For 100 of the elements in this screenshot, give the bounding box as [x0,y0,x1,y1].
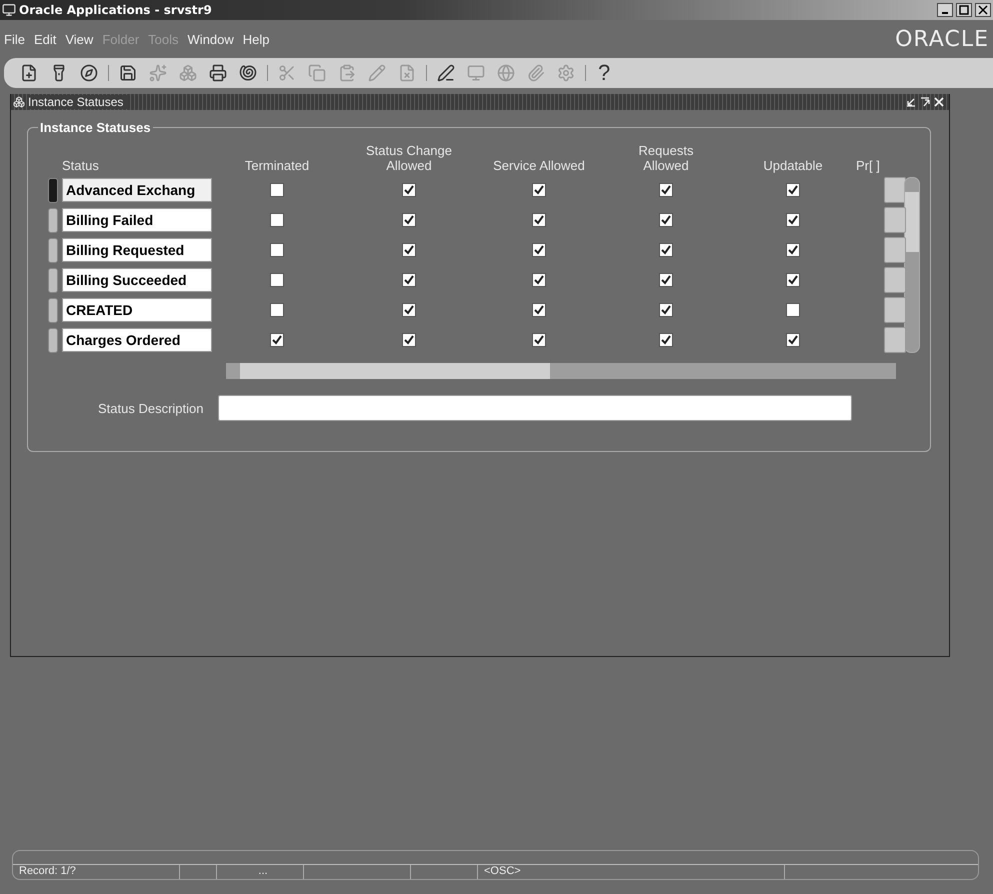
boxes-icon [179,64,197,82]
checkmark-icon [534,185,544,195]
checkmark-icon [404,185,414,195]
checkbox[interactable] [402,303,416,317]
checkbox[interactable] [532,213,546,227]
checkbox[interactable] [659,213,673,227]
status-field[interactable]: Billing Requested [62,238,212,262]
minimize-icon [942,12,948,14]
close-button[interactable] [975,3,991,17]
close-icon [978,5,988,15]
menu-item[interactable]: Window [188,32,234,46]
field-label: Status Description [98,400,204,416]
sparkle-icon [149,64,167,82]
pencil-icon [368,64,386,82]
checkbox[interactable] [532,243,546,257]
checkbox[interactable] [402,183,416,197]
record-indicator[interactable] [48,208,58,232]
checkbox[interactable] [659,243,673,257]
status-segment: ... [217,865,304,879]
checkbox[interactable] [786,243,800,257]
description-field[interactable] [218,395,852,421]
help-button[interactable]: ? [594,60,614,86]
record-indicator[interactable] [48,238,58,262]
checkmark-icon [661,305,671,315]
status-field[interactable]: CREATED [62,298,212,322]
menu-item[interactable]: Edit [34,32,56,46]
status-field[interactable]: Advanced Exchang [62,178,212,202]
checkmark-icon [272,335,282,345]
checkbox[interactable] [270,213,284,227]
checkbox[interactable] [402,273,416,287]
form-title: Instance Statuses [28,95,130,109]
status-field[interactable]: Billing Succeeded [62,268,212,292]
checkbox[interactable] [532,273,546,287]
checkmark-icon [404,215,414,225]
checkbox[interactable] [659,333,673,347]
checkbox[interactable] [659,303,673,317]
horizontal-scrollbar[interactable] [226,363,896,379]
checkbox[interactable] [270,273,284,287]
checkbox[interactable] [270,183,284,197]
settings-icon [557,64,575,82]
checkbox[interactable] [402,213,416,227]
checkbox[interactable] [532,303,546,317]
checkmark-icon [534,215,544,225]
checkmark-icon [404,305,414,315]
checkbox[interactable] [270,303,284,317]
menu-item[interactable]: File [4,32,25,46]
column-header: Terminated [244,158,310,173]
checkbox[interactable] [786,213,800,227]
checkbox[interactable] [786,183,800,197]
pen-icon [437,64,455,82]
menu-item[interactable]: Help [242,32,270,46]
toolbar-button[interactable] [435,62,457,84]
toolbar-button[interactable] [207,62,229,84]
minimize-button[interactable] [937,3,953,17]
checkbox[interactable] [786,273,800,287]
checkbox[interactable] [270,333,284,347]
checkmark-icon [404,245,414,255]
checkbox[interactable] [659,183,673,197]
paste-icon [338,64,356,82]
checkmark-icon [534,275,544,285]
record-indicator[interactable] [48,298,58,322]
status-field[interactable]: Charges Ordered [62,328,212,352]
cut-icon [278,64,296,82]
vertical-scrollbar[interactable] [904,177,920,353]
checkbox[interactable] [786,303,800,317]
compass-icon [80,64,98,82]
checkmark-icon [534,305,544,315]
maximize-icon [959,5,969,15]
checkmark-icon [661,215,671,225]
column-header: Pr[ ] [856,158,880,173]
checkbox[interactable] [532,333,546,347]
checkbox[interactable] [532,183,546,197]
file-x-icon [398,64,416,82]
checkbox[interactable] [402,333,416,347]
column-header: Updatable [763,158,823,173]
section-title: Instance Statuses [39,120,152,135]
column-header: Status Change Allowed [364,143,453,173]
file-plus-icon [20,64,38,82]
menu-item[interactable]: View [65,32,94,46]
save-icon [119,64,137,82]
checkmark-icon [534,245,544,255]
maximize-button[interactable] [956,3,972,17]
form-icon [13,96,25,108]
checkbox[interactable] [786,333,800,347]
status-field[interactable]: Billing Failed [62,208,212,232]
copy-icon [308,64,326,82]
record-indicator[interactable] [48,178,58,202]
checkmark-icon [534,335,544,345]
column-header: Status [62,158,99,173]
checkmark-icon [661,185,671,195]
record-indicator[interactable] [48,268,58,292]
column-header: Requests Allowed [638,143,694,173]
record-status: Record: 1/? [13,865,180,879]
checkbox[interactable] [402,243,416,257]
record-indicator[interactable] [48,328,58,352]
paperclip-icon [527,64,545,82]
checkmark-icon [788,335,798,345]
checkbox[interactable] [659,273,673,287]
checkbox[interactable] [270,243,284,257]
toolbar-button[interactable] [78,62,100,84]
